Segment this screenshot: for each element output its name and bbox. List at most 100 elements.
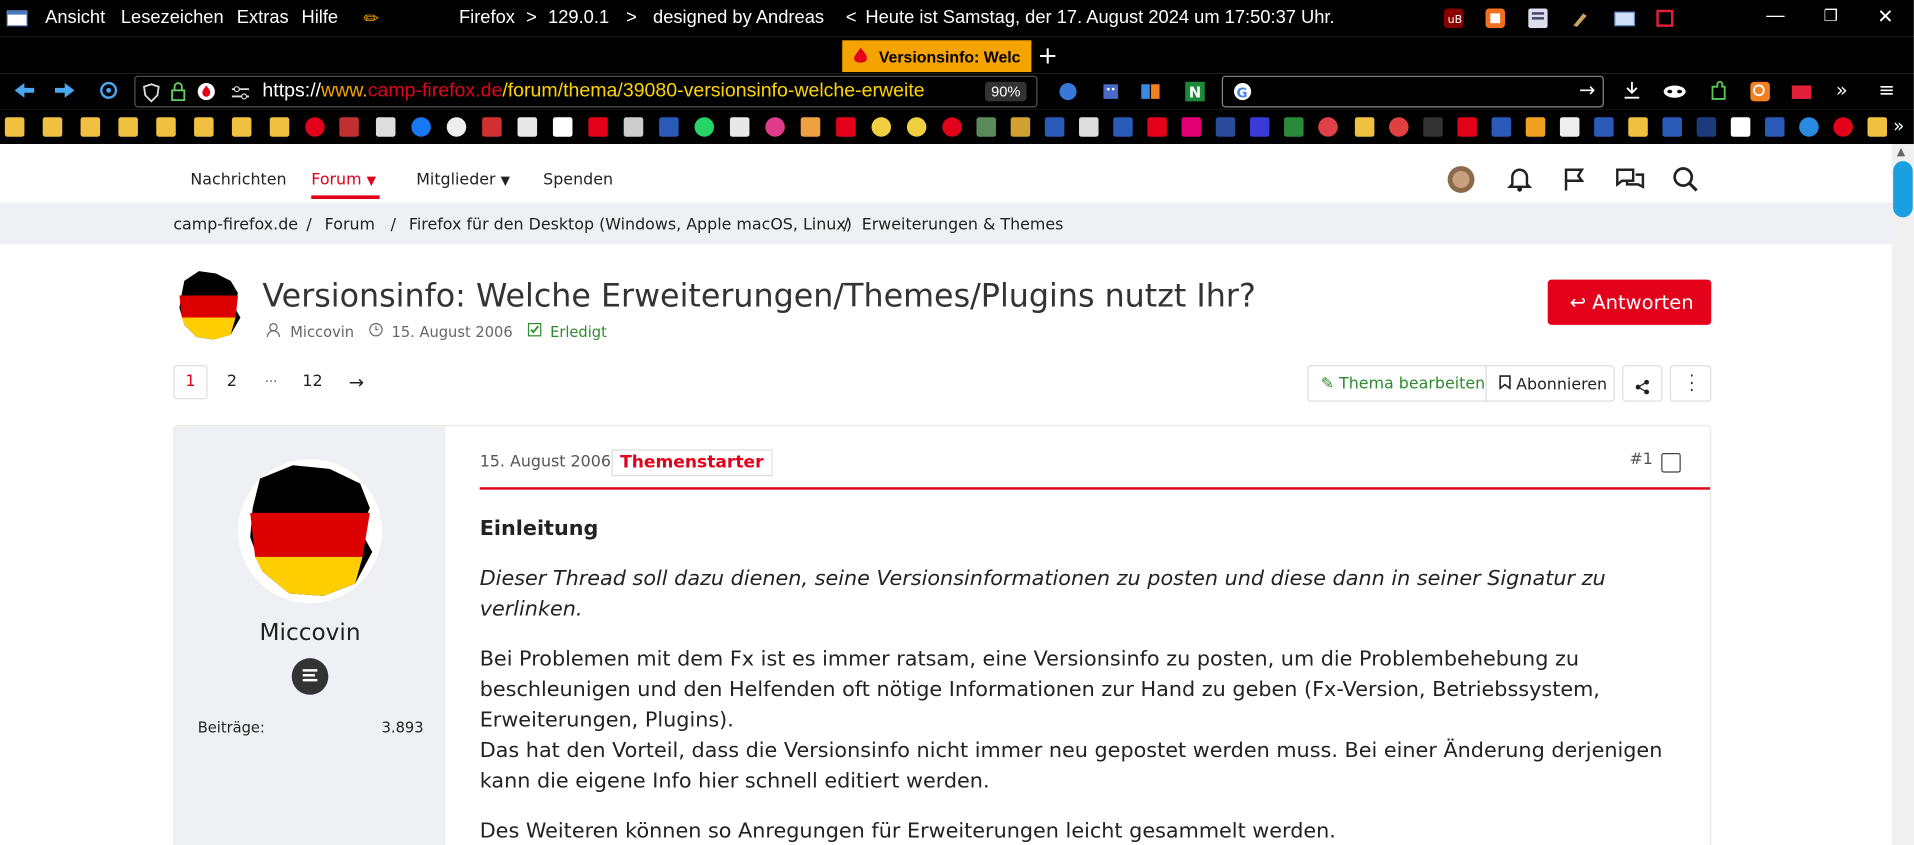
post-select-checkbox[interactable]	[1661, 453, 1681, 473]
user-avatar[interactable]	[1446, 165, 1475, 199]
bookmark-icon[interactable]	[1525, 117, 1546, 137]
addon-red-icon[interactable]	[1655, 9, 1677, 33]
shield-icon[interactable]	[143, 83, 160, 107]
bookmark-cb-icon[interactable]	[1662, 117, 1682, 137]
bookmark-icon[interactable]	[1389, 117, 1409, 137]
bookmark-folder-icon[interactable]	[156, 117, 176, 137]
conversations-icon[interactable]	[1614, 166, 1646, 198]
bookmark-icon[interactable]	[659, 117, 679, 137]
flag-icon[interactable]	[1562, 166, 1586, 198]
breadcrumb-item[interactable]: Forum	[325, 216, 375, 234]
bookmark-icon[interactable]	[976, 117, 997, 137]
nav-forum[interactable]: Forum ▼	[311, 171, 376, 189]
search-icon[interactable]	[1672, 166, 1699, 198]
pencil-icon[interactable]: ✏	[364, 7, 379, 30]
bookmark-amazon-icon[interactable]	[552, 117, 573, 137]
addon-brush-icon[interactable]	[1571, 9, 1591, 33]
page-12-button[interactable]: 12	[295, 365, 329, 399]
download-icon[interactable]	[1622, 79, 1642, 106]
close-window-icon[interactable]: ✕	[1877, 5, 1893, 29]
menu-hilfe[interactable]: Hilfe	[301, 7, 338, 28]
bookmark-icon[interactable]	[1559, 117, 1580, 137]
scrollbar-thumb[interactable]	[1893, 161, 1913, 218]
pagination-ellipsis[interactable]: ···	[254, 365, 288, 399]
reply-button[interactable]: ↩ Antworten	[1547, 279, 1712, 325]
addon-screenshot-icon[interactable]	[1614, 9, 1636, 33]
bookmark-icon[interactable]	[1491, 117, 1512, 137]
url-bar[interactable]: https://www.camp-firefox.de/forum/thema/…	[134, 75, 1038, 108]
subscribe-button[interactable]: Abonnieren	[1485, 365, 1615, 402]
bookmark-icon[interactable]	[1113, 117, 1133, 137]
breadcrumb-item[interactable]: camp-firefox.de	[173, 216, 298, 234]
bookmark-telekom-icon[interactable]	[1181, 117, 1202, 137]
bookmark-icon[interactable]	[623, 117, 644, 137]
page-scrollbar[interactable]: ▲	[1891, 144, 1914, 845]
bookmark-folder-icon[interactable]	[194, 117, 214, 137]
bookmark-icon[interactable]	[1318, 117, 1338, 137]
bookmark-icon[interactable]	[1010, 117, 1031, 137]
extensions-icon[interactable]	[1709, 80, 1729, 108]
reload-icon[interactable]	[98, 79, 120, 106]
mask-icon[interactable]	[1662, 82, 1686, 105]
bookmark-whatsapp-icon[interactable]	[694, 117, 715, 137]
bookmark-icon[interactable]	[1799, 117, 1819, 137]
bookmark-ndr-icon[interactable]	[1696, 117, 1717, 137]
more-options-button[interactable]: · · ·	[1669, 365, 1712, 402]
bookmark-icon[interactable]	[1215, 117, 1236, 137]
bookmark-folder-icon[interactable]	[269, 117, 290, 137]
menu-lesezeichen[interactable]: Lesezeichen	[121, 7, 224, 28]
permissions-icon[interactable]	[231, 83, 251, 106]
zoom-indicator[interactable]: 90%	[984, 81, 1027, 102]
addon-n-icon[interactable]: N	[1184, 81, 1206, 108]
bookmark-facebook-icon[interactable]	[411, 117, 431, 137]
bookmark-smiley-icon[interactable]	[906, 117, 927, 137]
bookmark-icon[interactable]	[482, 117, 502, 137]
next-page-icon[interactable]: →	[339, 365, 373, 399]
page-2-button[interactable]: 2	[215, 365, 249, 399]
bookmarks-overflow-icon[interactable]: »	[1893, 115, 1904, 137]
lock-icon[interactable]	[170, 82, 187, 106]
bookmark-folder-icon[interactable]	[42, 117, 63, 137]
bookmark-icon[interactable]	[375, 117, 396, 137]
bookmark-icon[interactable]	[1457, 117, 1477, 137]
bell-icon[interactable]	[1506, 166, 1533, 198]
addon-orange-icon[interactable]	[1485, 8, 1505, 33]
bookmark-folder-icon[interactable]	[1354, 117, 1375, 137]
bookmark-cb-icon[interactable]	[1764, 117, 1785, 137]
bookmark-camp-icon[interactable]	[942, 117, 962, 137]
bookmark-folder-icon[interactable]	[231, 117, 252, 137]
addon-cards-icon[interactable]	[1140, 81, 1162, 108]
hamburger-menu-icon[interactable]: ≡	[1879, 78, 1895, 101]
bookmark-icon[interactable]	[1079, 117, 1099, 137]
post-date[interactable]: 15. August 2006	[480, 453, 611, 471]
edit-thread-button[interactable]: ✎ Thema bearbeiten	[1307, 365, 1487, 402]
addon-note-icon[interactable]	[1528, 8, 1548, 33]
posts-count-value[interactable]: 3.893	[382, 719, 424, 736]
bookmark-folder-icon[interactable]	[118, 117, 138, 137]
bookmark-icon[interactable]	[446, 117, 467, 137]
bookmark-icon[interactable]	[871, 117, 892, 137]
bookmark-icon[interactable]	[1284, 117, 1304, 137]
menu-ansicht[interactable]: Ansicht	[45, 7, 105, 28]
menu-extras[interactable]: Extras	[237, 7, 289, 28]
firefox-menu-icon[interactable]	[6, 9, 28, 33]
url-text[interactable]: https://www.camp-firefox.de/forum/thema/…	[262, 81, 924, 103]
addon-globe-icon[interactable]	[1057, 81, 1079, 108]
tab-versionsinfo[interactable]: Versionsinfo: Welc	[842, 40, 1032, 73]
bookmark-icon[interactable]	[765, 117, 785, 137]
addon-video-icon[interactable]	[1791, 81, 1813, 108]
nav-nachrichten[interactable]: Nachrichten	[190, 171, 286, 189]
thread-author[interactable]: Miccovin	[290, 324, 354, 341]
bookmark-folder-icon[interactable]	[4, 117, 25, 137]
bookmark-icon[interactable]	[339, 117, 359, 137]
nav-spenden[interactable]: Spenden	[543, 171, 613, 189]
restore-icon[interactable]: ❐	[1824, 6, 1838, 26]
overflow-icon[interactable]: »	[1836, 78, 1848, 101]
bookmark-icon[interactable]	[1730, 117, 1751, 137]
ublock-icon[interactable]: uB	[1443, 8, 1464, 33]
breadcrumb-item[interactable]: Firefox für den Desktop (Windows, Apple …	[409, 216, 852, 234]
minimize-icon[interactable]: —	[1766, 5, 1784, 26]
forward-icon[interactable]	[52, 81, 76, 105]
post-author-avatar[interactable]	[238, 459, 383, 608]
addon-magnifier-icon[interactable]	[1749, 81, 1771, 108]
